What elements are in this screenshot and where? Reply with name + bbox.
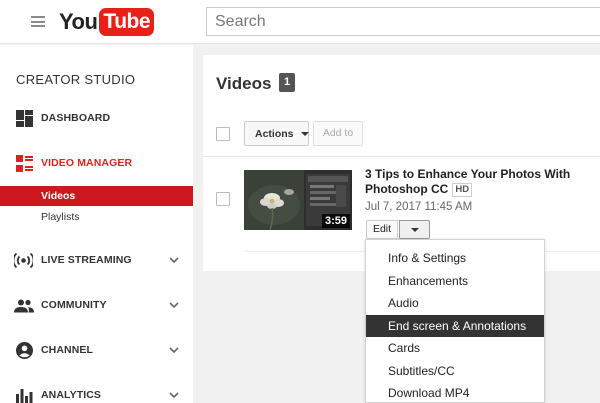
sidebar-item-analytics[interactable]: ANALYTICS	[0, 384, 193, 403]
actions-label: Actions	[255, 127, 294, 140]
menu-item-end-screen-annotations[interactable]: End screen & Annotations	[366, 314, 544, 337]
sidebar-item-community[interactable]: COMMUNITY	[0, 294, 193, 316]
channel-icon	[16, 341, 33, 359]
edit-dropdown-menu: Info & Settings Enhancements Audio End s…	[365, 239, 545, 403]
add-to-button[interactable]: Add to	[313, 121, 363, 146]
video-row-checkbox[interactable]	[216, 192, 230, 206]
menu-item-audio[interactable]: Audio	[366, 292, 544, 315]
creator-studio-title: CREATOR STUDIO	[16, 72, 136, 87]
sidebar-item-label: ANALYTICS	[41, 389, 102, 401]
sidebar-item-video-manager[interactable]: VIDEO MANAGER	[0, 152, 193, 174]
video-title-block: 3 Tips to Enhance Your Photos With Photo…	[365, 167, 595, 197]
edit-button[interactable]: Edit	[366, 220, 398, 239]
sidebar-item-live-streaming[interactable]: LIVE STREAMING	[0, 249, 193, 271]
sidebar-subitem-videos[interactable]: Videos	[0, 186, 193, 206]
page-title: Videos	[216, 74, 272, 93]
menu-item-subtitles[interactable]: Subtitles/CC	[366, 360, 544, 383]
actions-button[interactable]: Actions	[244, 121, 309, 146]
menu-item-info-settings[interactable]: Info & Settings	[366, 247, 544, 270]
sidebar-item-label: CHANNEL	[41, 344, 94, 356]
video-manager-icon	[16, 154, 33, 172]
sidebar-item-dashboard[interactable]: DASHBOARD	[0, 107, 193, 129]
menu-item-download-mp4[interactable]: Download MP4	[366, 382, 544, 403]
chevron-down-icon[interactable]	[169, 392, 179, 398]
sidebar-item-label: DASHBOARD	[41, 112, 111, 124]
divider	[203, 156, 600, 157]
community-icon	[14, 299, 34, 312]
video-date: Jul 7, 2017 11:45 AM	[365, 201, 473, 213]
menu-item-enhancements[interactable]: Enhancements	[366, 270, 544, 293]
hd-badge: HD	[452, 183, 473, 197]
search-input[interactable]	[207, 8, 600, 35]
analytics-icon	[16, 388, 33, 403]
chevron-down-icon[interactable]	[169, 347, 179, 353]
youtube-logo[interactable]: You Tube	[59, 8, 155, 36]
sidebar-item-channel[interactable]: CHANNEL	[0, 339, 193, 361]
search-box[interactable]	[206, 7, 600, 36]
video-thumbnail[interactable]: 3:59	[244, 170, 352, 230]
logo-text-tube: Tube	[99, 8, 155, 36]
chevron-down-icon[interactable]	[169, 302, 179, 308]
caret-down-icon	[410, 227, 419, 232]
sidebar-item-label: LIVE STREAMING	[41, 254, 132, 266]
live-streaming-icon	[14, 252, 33, 268]
caret-down-icon	[300, 131, 309, 136]
sidebar-subitem-playlists[interactable]: Playlists	[0, 207, 193, 227]
video-count-badge: 1	[279, 73, 295, 92]
chevron-down-icon[interactable]	[169, 257, 179, 263]
menu-item-cards[interactable]: Cards	[366, 337, 544, 360]
dashboard-icon	[16, 109, 33, 127]
logo-text-you: You	[59, 9, 98, 34]
top-bar: You Tube	[0, 0, 600, 44]
hamburger-menu-icon[interactable]	[31, 16, 45, 27]
video-duration: 3:59	[321, 214, 350, 228]
sidebar: CREATOR STUDIO DASHBOARD VIDEO MANAGER V…	[0, 45, 193, 403]
sidebar-item-label: COMMUNITY	[41, 299, 107, 311]
edit-dropdown-toggle[interactable]	[399, 220, 430, 239]
sidebar-item-label: VIDEO MANAGER	[41, 157, 133, 169]
select-all-checkbox[interactable]	[216, 127, 230, 141]
